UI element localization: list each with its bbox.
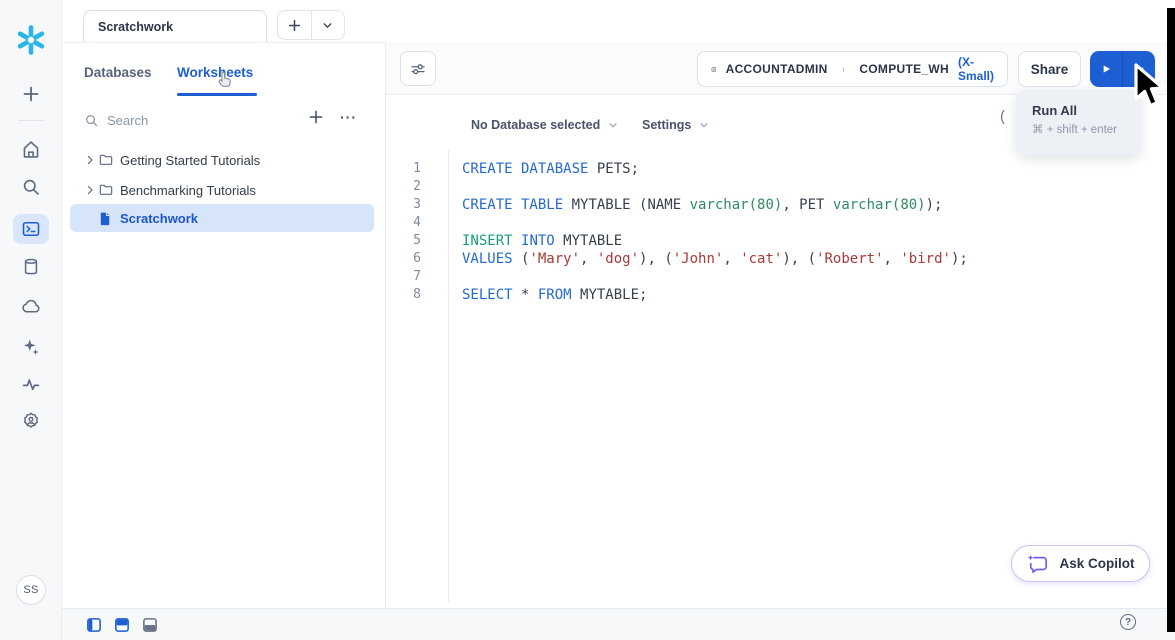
database-selector-label: No Database selected [471,118,600,132]
hidden-icon-fragment: ( [1000,108,1005,125]
tab-actions [277,10,345,40]
admin-badge-icon[interactable] [21,411,41,431]
code-line[interactable]: CREATE DATABASE PETS; [462,160,968,178]
line-number: 6 [386,250,448,268]
sidebar-actions: ··· [308,109,357,125]
search-icon [84,113,99,128]
search-icon[interactable] [21,177,41,197]
code-line[interactable]: CREATE TABLE MYTABLE (NAME varchar(80), … [462,196,968,214]
line-number: 5 [386,232,448,250]
sidebar-tab-databases[interactable]: Databases [84,65,152,80]
share-button[interactable]: Share [1018,51,1081,87]
worksheet-filters-button[interactable] [400,51,436,86]
worksheet-doc-icon [98,211,120,226]
code-gutter: 12345678 [386,160,448,304]
line-number: 7 [386,268,448,286]
chevron-right-icon[interactable] [84,184,98,196]
run-button[interactable] [1090,51,1122,87]
active-tab-underline [177,93,257,96]
toggle-left-panel-icon[interactable] [87,618,101,632]
gutter-divider [448,150,449,602]
folder-icon [98,152,120,168]
role-name: ACCOUNTADMIN [726,62,828,76]
run-all-shortcut: ⌘ + shift + enter [1032,122,1141,136]
new-tab-button[interactable] [278,11,311,39]
code-line[interactable] [462,178,968,196]
folder-icon [98,182,120,198]
warehouse-name: COMPUTE_WH [859,62,949,76]
line-number: 8 [386,286,448,304]
code-lines[interactable]: CREATE DATABASE PETS; CREATE TABLE MYTAB… [462,160,968,304]
tab-label: Scratchwork [98,20,173,34]
worksheet-toolbar: ACCOUNTADMIN COMPUTE_WH (X-Small) Share [386,42,1175,95]
bottom-bar: ? [62,608,1175,640]
worksheet-label: Scratchwork [120,211,198,226]
line-number: 3 [386,196,448,214]
worksheets-terminal-icon[interactable] [13,214,49,244]
left-rail: SS [0,0,62,640]
line-number: 4 [386,214,448,232]
folder-row-benchmarking[interactable]: Benchmarking Tutorials [70,176,374,204]
add-worksheet-icon[interactable] [308,109,324,125]
ask-copilot-button[interactable]: Ask Copilot [1011,545,1150,582]
run-all-menu[interactable]: Run All ⌘ + shift + enter [1016,90,1141,155]
layout-toggles [87,618,157,632]
snowflake-logo[interactable] [15,24,47,56]
role-badge-icon [711,61,717,78]
activity-icon[interactable] [20,374,41,395]
worksheet-tabbar: Scratchwork [62,0,1175,42]
toggle-bottom-panel-icon[interactable] [143,618,157,632]
context-selector[interactable]: ACCOUNTADMIN COMPUTE_WH (X-Small) [697,51,1008,87]
sidebar-search-input[interactable]: Search [84,113,148,128]
play-icon [1098,61,1114,77]
toggle-top-panel-icon[interactable] [115,618,129,632]
help-button[interactable]: ? [1120,614,1136,630]
code-line[interactable]: SELECT * FROM MYTABLE; [462,286,968,304]
cloud-icon[interactable] [20,296,41,317]
copilot-sparkle-chat-icon [1026,554,1050,574]
databases-icon[interactable] [21,257,41,277]
folder-label: Getting Started Tutorials [120,153,260,168]
folder-label: Benchmarking Tutorials [120,183,256,198]
line-number: 2 [386,178,448,196]
mouse-cursor [1132,62,1170,112]
more-options-icon[interactable]: ··· [340,109,357,125]
sidebar: Databases Worksheets Search ··· Getting … [62,42,386,608]
main-area: ACCOUNTADMIN COMPUTE_WH (X-Small) Share … [386,42,1175,608]
new-item-icon[interactable] [21,84,41,104]
run-all-label: Run All [1032,103,1141,118]
settings-selector[interactable]: Settings [642,118,710,132]
settings-label: Settings [642,118,691,132]
code-line[interactable] [462,268,968,286]
database-selector[interactable]: No Database selected [471,118,619,132]
line-number: 1 [386,160,448,178]
code-line[interactable]: VALUES ('Mary', 'dog'), ('John', 'cat'),… [462,250,968,268]
chevron-right-icon[interactable] [84,154,98,166]
ai-sparkle-icon[interactable] [21,337,41,357]
sliders-icon [409,60,427,78]
tab-scratchwork[interactable]: Scratchwork [83,10,267,42]
hand-cursor [218,71,233,88]
worksheet-row-scratchwork-selected[interactable]: Scratchwork [70,204,374,232]
code-line[interactable]: INSERT INTO MYTABLE [462,232,968,250]
home-icon[interactable] [20,139,41,160]
ask-copilot-label: Ask Copilot [1059,556,1134,571]
code-line[interactable] [462,214,968,232]
chevron-down-icon [698,119,710,131]
warehouse-size: (X-Small) [958,55,994,83]
tab-list-chevron-icon[interactable] [311,11,345,39]
chevron-down-icon [607,119,619,131]
folder-row-getting-started[interactable]: Getting Started Tutorials [70,146,374,174]
sidebar-tab-worksheets[interactable]: Worksheets [177,65,253,80]
user-avatar[interactable]: SS [16,575,46,605]
rail-divider [18,120,44,121]
search-placeholder: Search [107,113,148,128]
separator-dot [843,67,845,72]
